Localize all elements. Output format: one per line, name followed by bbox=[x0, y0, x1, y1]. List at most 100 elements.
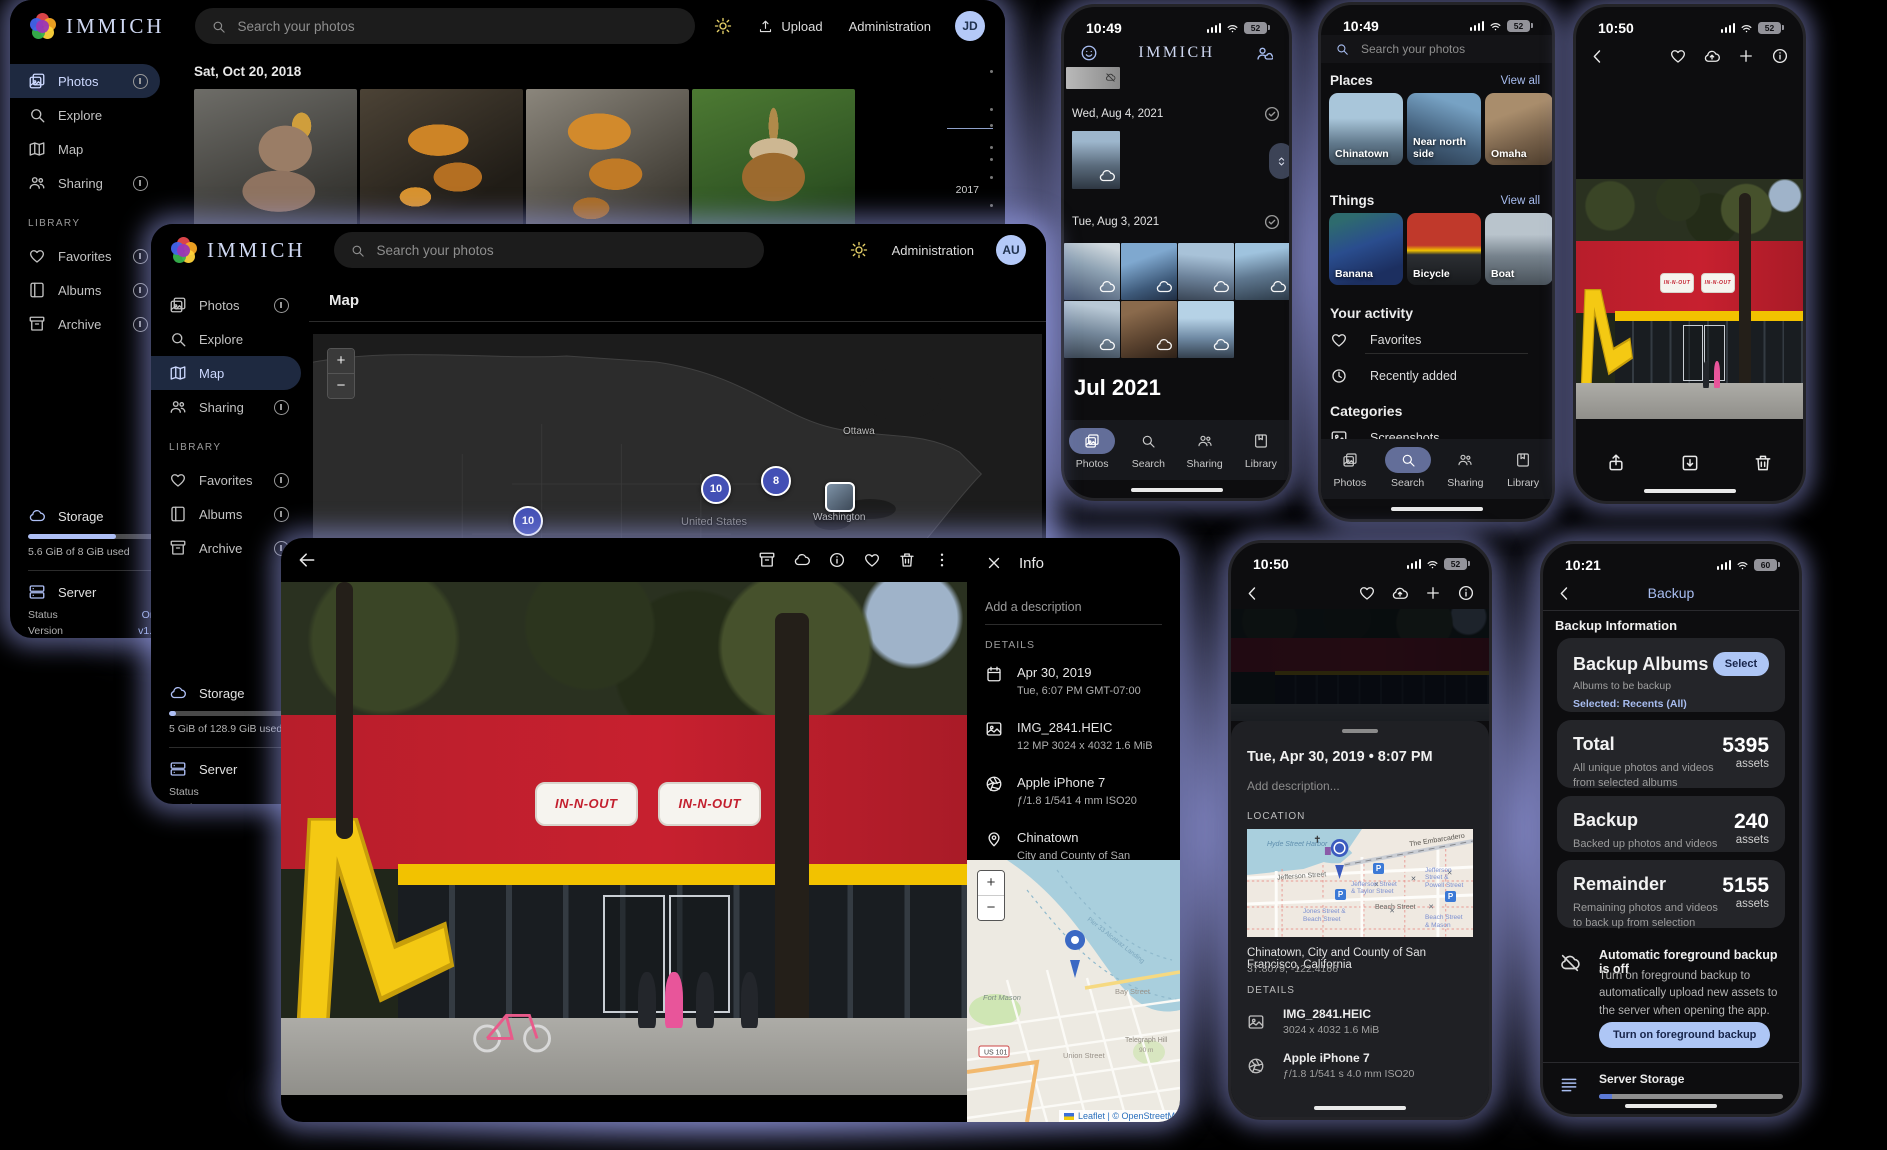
favorite-heart-icon[interactable] bbox=[863, 551, 881, 569]
upload-button[interactable]: Upload bbox=[758, 19, 822, 34]
nav-tab-library[interactable]: Library bbox=[1495, 447, 1551, 499]
map-zoom-controls[interactable]: + − bbox=[977, 870, 1005, 921]
photo-main-view[interactable]: IN-N-OUT IN-N-OUT bbox=[1576, 179, 1803, 419]
favorite-heart-icon[interactable] bbox=[1358, 584, 1376, 602]
place-card[interactable]: Omaha bbox=[1485, 93, 1553, 165]
sidebar-item-explore[interactable]: Explore bbox=[10, 98, 160, 132]
sidebar-item-explore[interactable]: Explore bbox=[151, 322, 301, 356]
map-cluster-marker[interactable]: 10 bbox=[701, 474, 731, 504]
info-icon[interactable] bbox=[1457, 584, 1475, 602]
map-cluster-marker[interactable]: 8 bbox=[761, 466, 791, 496]
map-cluster-marker[interactable]: 10 bbox=[513, 506, 543, 536]
zoom-in-button[interactable]: + bbox=[978, 871, 1004, 896]
select-check-icon[interactable] bbox=[1263, 213, 1281, 231]
administration-link[interactable]: Administration bbox=[849, 19, 931, 34]
add-icon[interactable] bbox=[1424, 584, 1442, 602]
back-icon[interactable] bbox=[1555, 584, 1574, 603]
photo-main-view[interactable]: IN-N-OUT IN-N-OUT bbox=[281, 582, 967, 1095]
search-input[interactable]: Search your photos bbox=[1321, 35, 1552, 63]
sidebar-item-archive[interactable]: Archive bbox=[151, 531, 301, 565]
sidebar-item-albums[interactable]: Albums bbox=[10, 273, 160, 307]
nav-tab-library[interactable]: Library bbox=[1233, 428, 1289, 480]
activity-recent-row[interactable]: Recently added bbox=[1330, 367, 1528, 385]
photo-thumbnail[interactable] bbox=[1121, 243, 1177, 300]
photo-thumbnail[interactable] bbox=[1178, 243, 1234, 300]
location-map[interactable]: ✕✕✕✕✕ ✝ Hyde Street Harbor Jefferson Str… bbox=[1247, 829, 1473, 937]
search-input[interactable]: Search your photos bbox=[334, 232, 764, 268]
description-input[interactable]: Add description... bbox=[1247, 779, 1473, 793]
sidebar-item-sharing[interactable]: Sharing bbox=[151, 390, 301, 424]
thing-card[interactable]: Banana bbox=[1329, 213, 1403, 285]
location-map[interactable]: Fort Mason Bay Street Union Street Teleg… bbox=[967, 860, 1180, 1122]
cloud-upload-icon[interactable] bbox=[1703, 47, 1721, 65]
sidebar-item-map[interactable]: Map bbox=[151, 356, 301, 390]
photo-thumbnail[interactable] bbox=[526, 89, 689, 231]
photo-main-view[interactable] bbox=[1231, 609, 1489, 721]
place-card[interactable]: Chinatown bbox=[1329, 93, 1403, 165]
zoom-in-button[interactable]: + bbox=[328, 349, 354, 374]
nav-tab-search[interactable]: Search bbox=[1120, 428, 1176, 480]
place-card[interactable]: Near north side bbox=[1407, 93, 1481, 165]
profile-face-icon[interactable] bbox=[1080, 44, 1098, 62]
sidebar-item-photos[interactable]: Photos bbox=[151, 288, 301, 322]
nav-tab-search[interactable]: Search bbox=[1380, 447, 1436, 499]
home-indicator[interactable] bbox=[1131, 488, 1223, 492]
select-check-icon[interactable] bbox=[1263, 105, 1281, 123]
home-indicator[interactable] bbox=[1644, 489, 1736, 493]
zoom-out-button[interactable]: − bbox=[328, 374, 354, 398]
photo-thumbnail[interactable] bbox=[1064, 243, 1120, 300]
photo-thumbnail[interactable] bbox=[692, 89, 855, 231]
activity-favorites-row[interactable]: Favorites bbox=[1330, 331, 1528, 349]
back-icon[interactable] bbox=[1243, 584, 1262, 603]
turn-on-foreground-backup-button[interactable]: Turn on foreground backup bbox=[1599, 1022, 1770, 1048]
backup-user-cloud-icon[interactable] bbox=[1255, 44, 1273, 62]
photo-thumbnail[interactable] bbox=[1121, 301, 1177, 358]
info-icon[interactable] bbox=[1771, 47, 1789, 65]
trash-icon[interactable] bbox=[1753, 453, 1773, 473]
sidebar-item-favorites[interactable]: Favorites bbox=[10, 239, 160, 273]
photo-thumbnail[interactable] bbox=[194, 89, 357, 231]
sidebar-item-favorites[interactable]: Favorites bbox=[151, 463, 301, 497]
zoom-out-button[interactable]: − bbox=[978, 896, 1004, 920]
nav-tab-sharing[interactable]: Sharing bbox=[1437, 447, 1493, 499]
administration-link[interactable]: Administration bbox=[892, 243, 974, 258]
photo-thumbnail[interactable] bbox=[360, 89, 523, 231]
view-all-link[interactable]: View all bbox=[1501, 75, 1540, 87]
search-input[interactable]: Search your photos bbox=[195, 8, 695, 44]
map-zoom-controls[interactable]: + − bbox=[327, 348, 355, 399]
immich-logo-icon[interactable] bbox=[171, 237, 197, 263]
map-photo-marker[interactable] bbox=[825, 482, 855, 512]
user-avatar[interactable]: JD bbox=[955, 11, 985, 41]
home-indicator[interactable] bbox=[1625, 1104, 1717, 1108]
sidebar-item-map[interactable]: Map bbox=[10, 132, 160, 166]
add-icon[interactable] bbox=[1737, 47, 1755, 65]
sidebar-item-photos[interactable]: Photos bbox=[10, 64, 160, 98]
description-input[interactable]: Add a description bbox=[967, 572, 1180, 614]
theme-toggle-sun-icon[interactable] bbox=[850, 241, 868, 259]
home-indicator[interactable] bbox=[1391, 507, 1483, 511]
sidebar-item-albums[interactable]: Albums bbox=[151, 497, 301, 531]
photo-thumbnail[interactable] bbox=[1235, 243, 1291, 300]
sheet-drag-handle[interactable] bbox=[1342, 729, 1378, 733]
back-icon[interactable] bbox=[1588, 47, 1607, 66]
sidebar-item-sharing[interactable]: Sharing bbox=[10, 166, 160, 200]
back-icon[interactable] bbox=[297, 550, 317, 570]
photo-thumbnail[interactable] bbox=[1064, 301, 1120, 358]
timeline-drag-handle[interactable] bbox=[1269, 143, 1292, 179]
archive-icon[interactable] bbox=[758, 551, 776, 569]
nav-tab-photos[interactable]: Photos bbox=[1322, 447, 1378, 499]
more-options-icon[interactable] bbox=[933, 551, 951, 569]
cloud-icon[interactable] bbox=[793, 551, 811, 569]
user-avatar[interactable]: AU bbox=[996, 235, 1026, 265]
cloud-upload-icon[interactable] bbox=[1391, 584, 1409, 602]
thing-card[interactable]: Boat bbox=[1485, 213, 1553, 285]
info-icon[interactable] bbox=[828, 551, 846, 569]
photo-thumbnail[interactable] bbox=[1178, 301, 1234, 358]
share-icon[interactable] bbox=[1606, 453, 1626, 473]
nav-tab-photos[interactable]: Photos bbox=[1064, 428, 1120, 480]
view-all-link[interactable]: View all bbox=[1501, 195, 1540, 207]
download-icon[interactable] bbox=[1680, 453, 1700, 473]
close-icon[interactable] bbox=[985, 554, 1003, 572]
trash-icon[interactable] bbox=[898, 551, 916, 569]
immich-logo-icon[interactable] bbox=[30, 13, 56, 39]
